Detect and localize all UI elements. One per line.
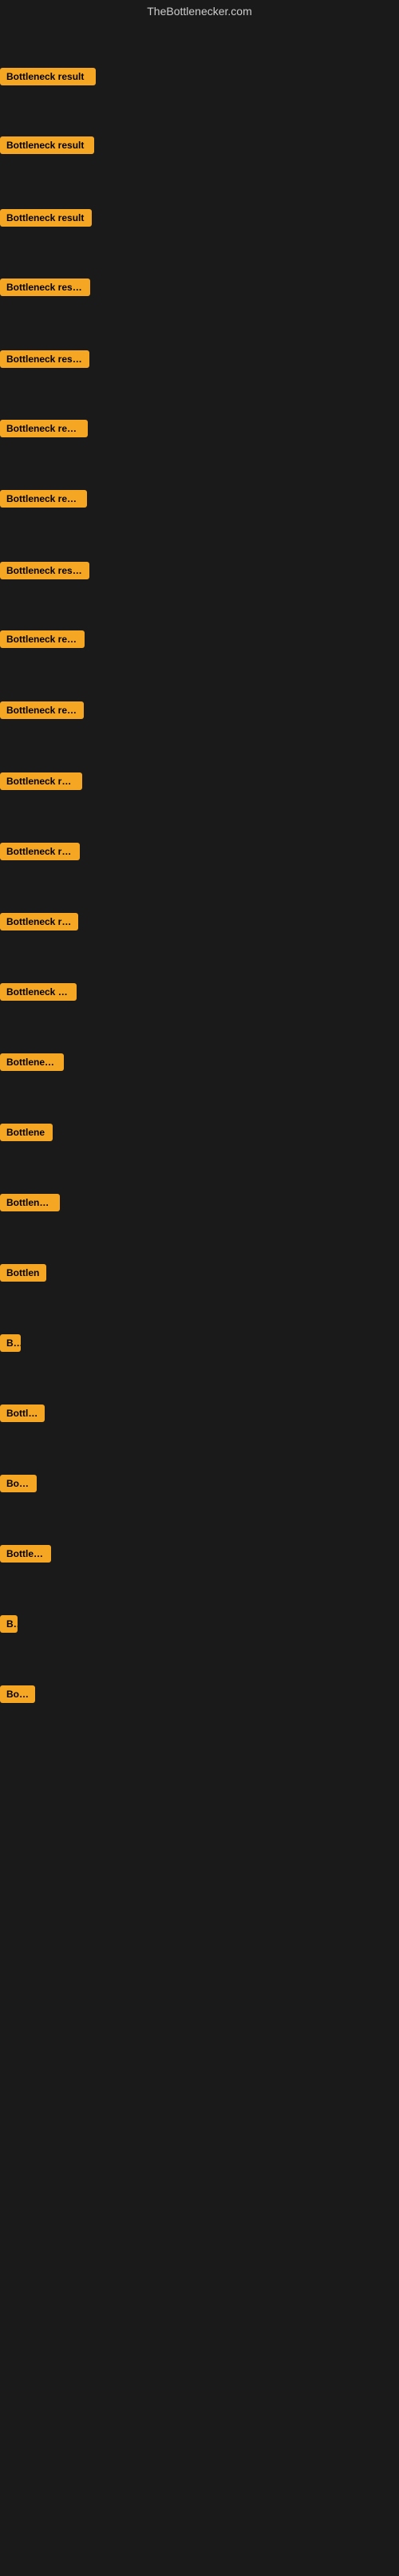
bottleneck-badge-row: Bottleneck result <box>0 983 77 1005</box>
site-title: TheBottlenecker.com <box>0 0 399 22</box>
bottleneck-result-badge[interactable]: Bo <box>0 1615 18 1633</box>
bottleneck-badge-row: Bottleneck result <box>0 630 85 652</box>
bottleneck-badge-row: Bottlenec <box>0 1545 51 1567</box>
bottleneck-badge-row: Bottlen <box>0 1264 46 1286</box>
bottleneck-badge-row: Bottleneck result <box>0 701 84 723</box>
bottleneck-badge-row: Bottleneck result <box>0 209 92 231</box>
bottleneck-badge-row: Bottlen <box>0 1405 45 1426</box>
bottleneck-result-badge[interactable]: Bottleneck result <box>0 420 88 437</box>
bottleneck-badge-row: Bottleneck result <box>0 68 96 89</box>
bottleneck-result-badge[interactable]: Bottleneck result <box>0 279 90 296</box>
bottleneck-result-badge[interactable]: Bottleneck result <box>0 209 92 227</box>
bottleneck-result-badge[interactable]: Bottle <box>0 1475 37 1492</box>
bottleneck-result-badge[interactable]: Bottleneck result <box>0 701 84 719</box>
bottleneck-result-badge[interactable]: Bo <box>0 1334 21 1352</box>
bottleneck-result-badge[interactable]: Bottleneck re <box>0 1053 64 1071</box>
bottleneck-badge-row: Bottleneck result <box>0 279 90 300</box>
bottleneck-badge-row: Bottleneck result <box>0 562 89 583</box>
bottleneck-badge-row: Bo <box>0 1615 18 1637</box>
bottleneck-result-badge[interactable]: Bottleneck result <box>0 983 77 1001</box>
bottleneck-badge-row: Bottlene <box>0 1124 53 1145</box>
bottleneck-badge-row: Bo <box>0 1334 21 1356</box>
bottleneck-result-badge[interactable]: Bottleneck result <box>0 843 80 860</box>
bottleneck-result-badge[interactable]: Bottlen <box>0 1405 45 1422</box>
bottleneck-badge-row: Bottleneck result <box>0 350 89 372</box>
bottleneck-result-badge[interactable]: Bottleneck result <box>0 913 78 930</box>
bottleneck-badge-row: Bottleneck result <box>0 420 88 441</box>
bottleneck-badge-row: Bottle <box>0 1475 37 1496</box>
bottleneck-badge-row: Bottleneck re <box>0 1053 64 1075</box>
bottleneck-badge-row: Bottleneck result <box>0 913 78 934</box>
bottleneck-result-badge[interactable]: Bottlene <box>0 1124 53 1141</box>
bottleneck-badge-row: Bottleneck result <box>0 136 94 158</box>
bottleneck-badge-row: Bottleneck r <box>0 1194 60 1215</box>
bottleneck-result-badge[interactable]: Bottlenec <box>0 1545 51 1563</box>
bottleneck-result-badge[interactable]: Bottleneck result <box>0 490 87 508</box>
bottleneck-badge-row: Bottleneck result <box>0 490 87 512</box>
bottleneck-result-badge[interactable]: Bottleneck result <box>0 350 89 368</box>
bottleneck-badge-row: Bottleneck result <box>0 772 82 794</box>
bottleneck-result-badge[interactable]: Bottleneck result <box>0 136 94 154</box>
bottleneck-badge-row: Bottle <box>0 1685 35 1707</box>
bottleneck-result-badge[interactable]: Bottleneck result <box>0 68 96 85</box>
bottleneck-badge-row: Bottleneck result <box>0 843 80 864</box>
bottleneck-result-badge[interactable]: Bottlen <box>0 1264 46 1282</box>
bottleneck-result-badge[interactable]: Bottleneck result <box>0 772 82 790</box>
bottleneck-result-badge[interactable]: Bottleneck result <box>0 562 89 579</box>
bottleneck-result-badge[interactable]: Bottleneck result <box>0 630 85 648</box>
bottleneck-result-badge[interactable]: Bottleneck r <box>0 1194 60 1211</box>
bottleneck-result-badge[interactable]: Bottle <box>0 1685 35 1703</box>
